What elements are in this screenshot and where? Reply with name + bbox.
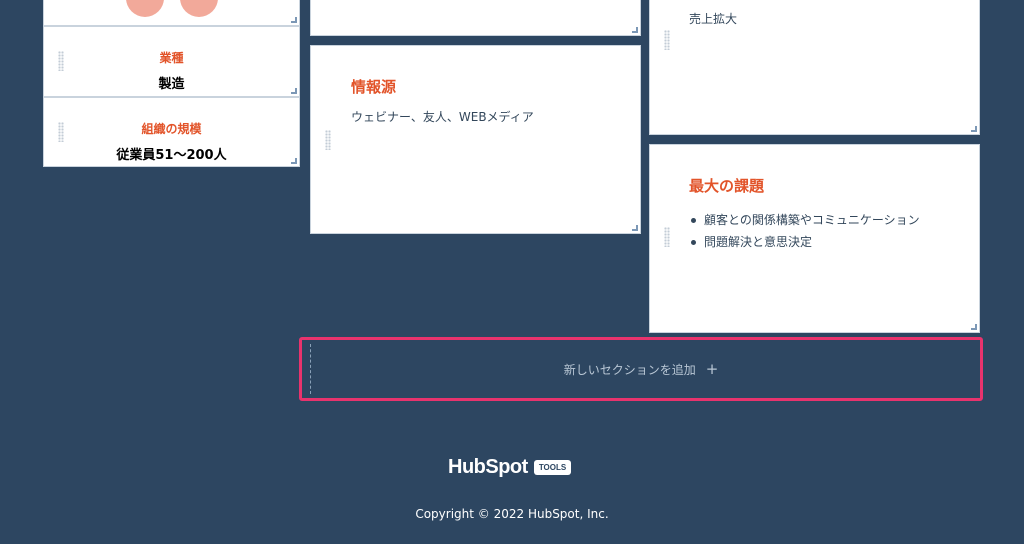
hubspot-tools-logo[interactable]: HubSpot TOOLS xyxy=(448,456,572,479)
add-section-label: 新しいセクションを追加 xyxy=(563,362,696,377)
industry-label: 業種 xyxy=(159,51,184,65)
challenge-title: 最大の課題 xyxy=(689,177,765,195)
goal-text: 売上拡大 xyxy=(689,12,738,26)
info-source-text: ウェビナー、友人、WEBメディア xyxy=(351,110,534,124)
hubspot-logo-word: HubSpot xyxy=(448,456,528,478)
resize-handle-icon[interactable] xyxy=(291,17,297,23)
persona-avatar-card[interactable] xyxy=(43,0,300,26)
resize-handle-icon[interactable] xyxy=(971,126,977,132)
drag-handle-icon[interactable] xyxy=(664,227,670,247)
section-divider xyxy=(310,344,311,394)
drag-handle-icon[interactable] xyxy=(325,130,331,150)
info-source-title: 情報源 xyxy=(351,78,397,96)
info-source-card[interactable]: 情報源 ウェビナー、友人、WEBメディア xyxy=(310,45,641,234)
drag-handle-icon[interactable] xyxy=(664,30,670,50)
challenge-card[interactable]: 最大の課題 顧客との関係構築やコミュニケーション 問題解決と意思決定 xyxy=(649,144,980,333)
goal-card[interactable]: 売上拡大 xyxy=(649,0,980,135)
organization-size-card[interactable]: 組織の規模 従業員51〜200人 xyxy=(43,97,300,167)
copyright-text: Copyright © 2022 HubSpot, Inc. xyxy=(415,507,609,521)
resize-handle-icon[interactable] xyxy=(971,324,977,330)
avatar xyxy=(180,0,218,17)
list-item: 顧客との関係構築やコミュニケーション xyxy=(689,209,920,231)
tools-badge: TOOLS xyxy=(533,460,572,475)
resize-handle-icon[interactable] xyxy=(632,27,638,33)
resize-handle-icon[interactable] xyxy=(291,88,297,94)
middle-top-card[interactable] xyxy=(310,0,641,36)
challenge-list: 顧客との関係構築やコミュニケーション 問題解決と意思決定 xyxy=(689,209,920,253)
resize-handle-icon[interactable] xyxy=(291,158,297,164)
add-section-button[interactable]: 新しいセクションを追加 + xyxy=(299,337,983,401)
industry-card[interactable]: 業種 製造 xyxy=(43,26,300,97)
avatar xyxy=(126,0,164,17)
plus-icon: + xyxy=(705,360,719,378)
organization-size-label: 組織の規模 xyxy=(141,122,202,136)
list-item: 問題解決と意思決定 xyxy=(689,231,920,253)
resize-handle-icon[interactable] xyxy=(632,225,638,231)
industry-value: 製造 xyxy=(158,77,185,92)
organization-size-value: 従業員51〜200人 xyxy=(116,148,227,163)
